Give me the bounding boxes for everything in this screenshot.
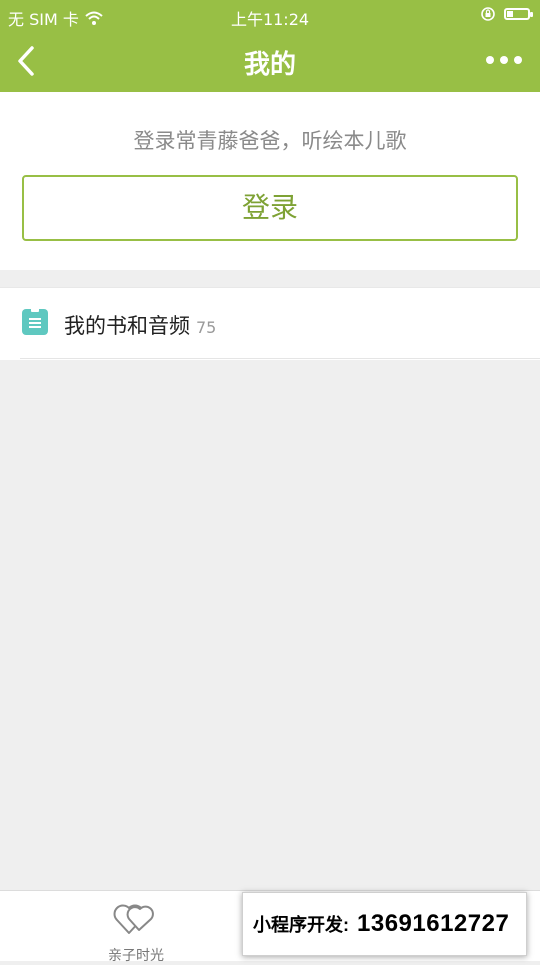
list-item-label: 我的书和音频 75 <box>64 310 216 340</box>
login-card: 登录常青藤爸爸，听绘本儿歌 登录 <box>0 92 540 270</box>
status-right <box>480 6 533 22</box>
list-item-count: 75 <box>196 318 217 337</box>
orientation-lock-icon <box>481 7 495 21</box>
status-bar: 无 SIM 卡 上午11:24 <box>0 0 540 30</box>
battery-icon <box>504 8 533 20</box>
clock: 上午11:24 <box>230 10 310 29</box>
book-icon <box>22 308 48 335</box>
nav-bar: 我的 <box>0 30 540 92</box>
banner-label: 小程序开发: <box>253 915 349 935</box>
page-title: 我的 <box>243 50 296 80</box>
more-dots-icon[interactable] <box>486 56 522 64</box>
list-item-text: 我的书和音频 <box>64 314 190 338</box>
tab-label: 亲子时光 <box>108 948 164 964</box>
banner-phone: 13691612727 <box>357 910 510 937</box>
login-tip: 登录常青藤爸爸，听绘本儿歌 <box>133 129 407 153</box>
dot <box>514 56 522 64</box>
developer-contact-banner: 小程序开发: 13691612727 <box>242 892 527 956</box>
heart-icon <box>113 904 154 934</box>
dot <box>486 56 494 64</box>
divider <box>20 358 540 359</box>
battery-fill <box>507 11 513 17</box>
menu-list: 我的书和音频 75 <box>0 287 540 360</box>
dot <box>500 56 508 64</box>
tab-parent-child-time[interactable]: 亲子时光 <box>84 899 188 964</box>
list-item-books-audio[interactable]: 我的书和音频 75 <box>0 288 540 358</box>
login-button[interactable]: 登录 <box>22 175 518 241</box>
